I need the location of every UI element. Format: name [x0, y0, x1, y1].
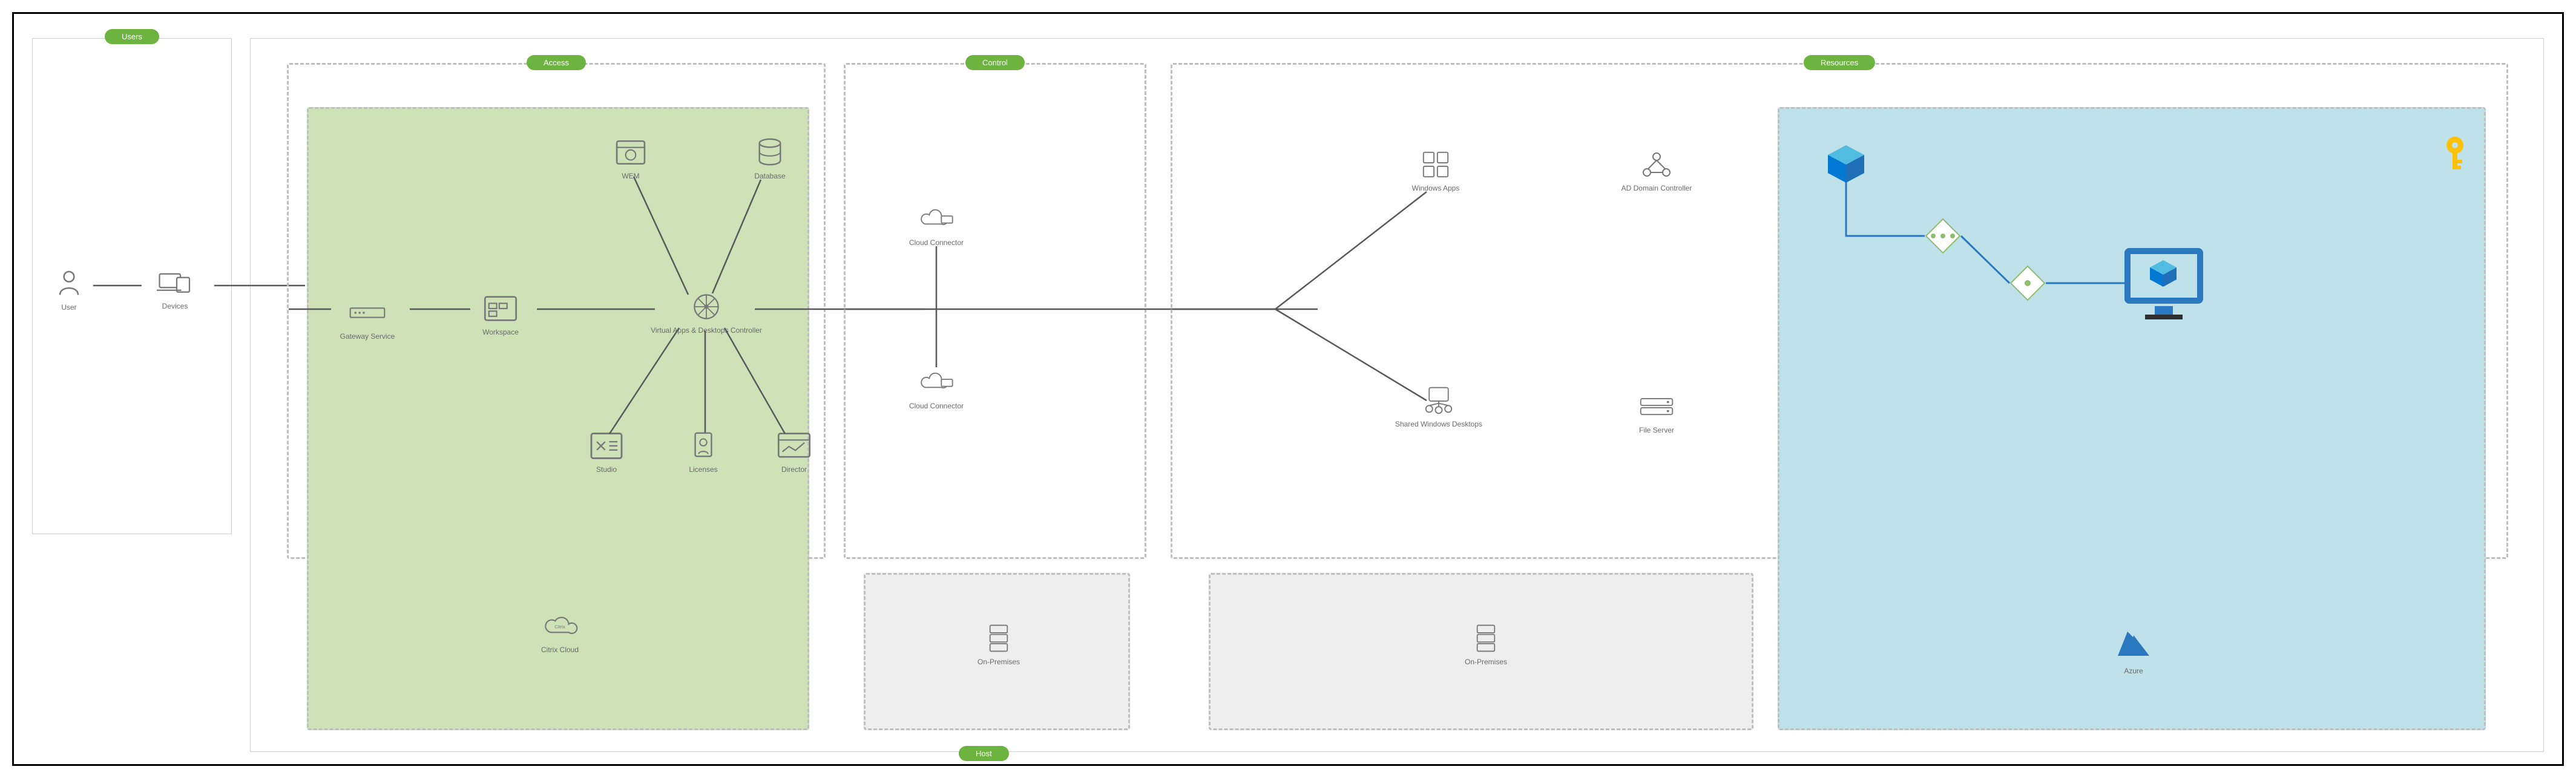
shared-desktop-icon — [1421, 385, 1457, 416]
azure-logo-icon — [2094, 629, 2173, 664]
controller-icon — [688, 292, 724, 322]
layer-pill-control: Control — [965, 55, 1025, 70]
studio-icon — [588, 431, 625, 461]
section-access: Access Citrix Citrix Cloud Gateway Servi… — [287, 63, 826, 559]
node-devices: Devices — [136, 267, 214, 310]
cloud-connector-icon — [918, 367, 954, 397]
connector-1-label: Cloud Connector — [888, 238, 985, 247]
workspace-label: Workspace — [461, 328, 540, 336]
node-fileserver: File Server — [1608, 391, 1705, 434]
devices-icon — [157, 267, 193, 298]
node-user: User — [42, 269, 96, 312]
citrix-cloud-label: Citrix Cloud — [521, 646, 599, 654]
node-wem: WEM — [591, 137, 670, 180]
node-azure: Azure — [2094, 629, 2173, 675]
cloud-connector-icon — [918, 204, 954, 234]
layer-pill-access: Access — [527, 55, 586, 70]
licenses-icon — [685, 431, 721, 461]
wem-label: WEM — [591, 172, 670, 180]
node-controller: Virtual Apps & Desktops Controller — [640, 292, 773, 335]
azure-label: Azure — [2094, 667, 2173, 675]
apps-icon — [1418, 149, 1454, 180]
node-director: Director — [755, 431, 833, 474]
node-citrix-cloud: Citrix Citrix Cloud — [521, 611, 599, 654]
server-rack-icon — [1468, 623, 1504, 653]
fileserver-label: File Server — [1608, 426, 1705, 434]
connector-2-label: Cloud Connector — [888, 402, 985, 410]
wem-icon — [613, 137, 649, 168]
director-icon — [776, 431, 812, 461]
director-label: Director — [755, 465, 833, 474]
server-rack-icon — [981, 623, 1017, 653]
host-onprem-resources: On-Premises — [1209, 573, 1753, 730]
database-icon — [752, 137, 788, 168]
gateway-icon — [349, 298, 386, 328]
node-winapps: Windows Apps — [1384, 149, 1487, 192]
svg-text:Citrix: Citrix — [554, 624, 565, 629]
node-onprem-2: On-Premises — [1447, 623, 1525, 666]
user-icon — [51, 269, 87, 299]
licenses-label: Licenses — [664, 465, 743, 474]
swd-label: Shared Windows Desktops — [1372, 420, 1505, 428]
node-connector-1: Cloud Connector — [888, 204, 985, 247]
node-workspace: Workspace — [461, 293, 540, 336]
host-citrix-cloud: Citrix Citrix Cloud — [307, 107, 809, 730]
node-adc: AD Domain Controller — [1596, 149, 1717, 192]
node-swd: Shared Windows Desktops — [1372, 385, 1505, 428]
ad-icon — [1638, 149, 1675, 180]
node-onprem-1: On-Premises — [959, 623, 1038, 666]
onprem-2-label: On-Premises — [1447, 658, 1525, 666]
node-studio: Studio — [567, 431, 646, 474]
host-onprem-control: On-Premises — [864, 573, 1130, 730]
fileserver-icon — [1638, 391, 1675, 422]
adc-label: AD Domain Controller — [1596, 184, 1717, 192]
node-licenses: Licenses — [664, 431, 743, 474]
studio-label: Studio — [567, 465, 646, 474]
diagram-canvas: Users User Devices Host Access Citrix Ci… — [12, 12, 2564, 766]
layer-pill-resources: Resources — [1804, 55, 1875, 70]
node-gateway: Gateway Service — [322, 298, 413, 341]
section-resources: Resources Windows Apps AD Domain Control… — [1171, 63, 2508, 559]
winapps-label: Windows Apps — [1384, 184, 1487, 192]
node-connector-2: Cloud Connector — [888, 367, 985, 410]
controller-label: Virtual Apps & Desktops Controller — [640, 326, 773, 335]
layer-pill-host: Host — [959, 746, 1009, 761]
workspace-icon — [482, 293, 519, 324]
node-database: Database — [731, 137, 809, 180]
column-users: Users User Devices — [32, 38, 232, 534]
layer-pill-users: Users — [105, 29, 159, 44]
onprem-1-label: On-Premises — [959, 658, 1038, 666]
column-main: Host Access Citrix Citrix Cloud Gateway … — [250, 38, 2544, 752]
host-azure: Azure — [1778, 107, 2486, 730]
user-label: User — [42, 303, 96, 312]
section-control: Control Cloud Connector Cloud Connector … — [844, 63, 1146, 559]
devices-label: Devices — [136, 302, 214, 310]
cloud-icon: Citrix — [542, 611, 578, 641]
gateway-label: Gateway Service — [322, 332, 413, 341]
database-label: Database — [731, 172, 809, 180]
